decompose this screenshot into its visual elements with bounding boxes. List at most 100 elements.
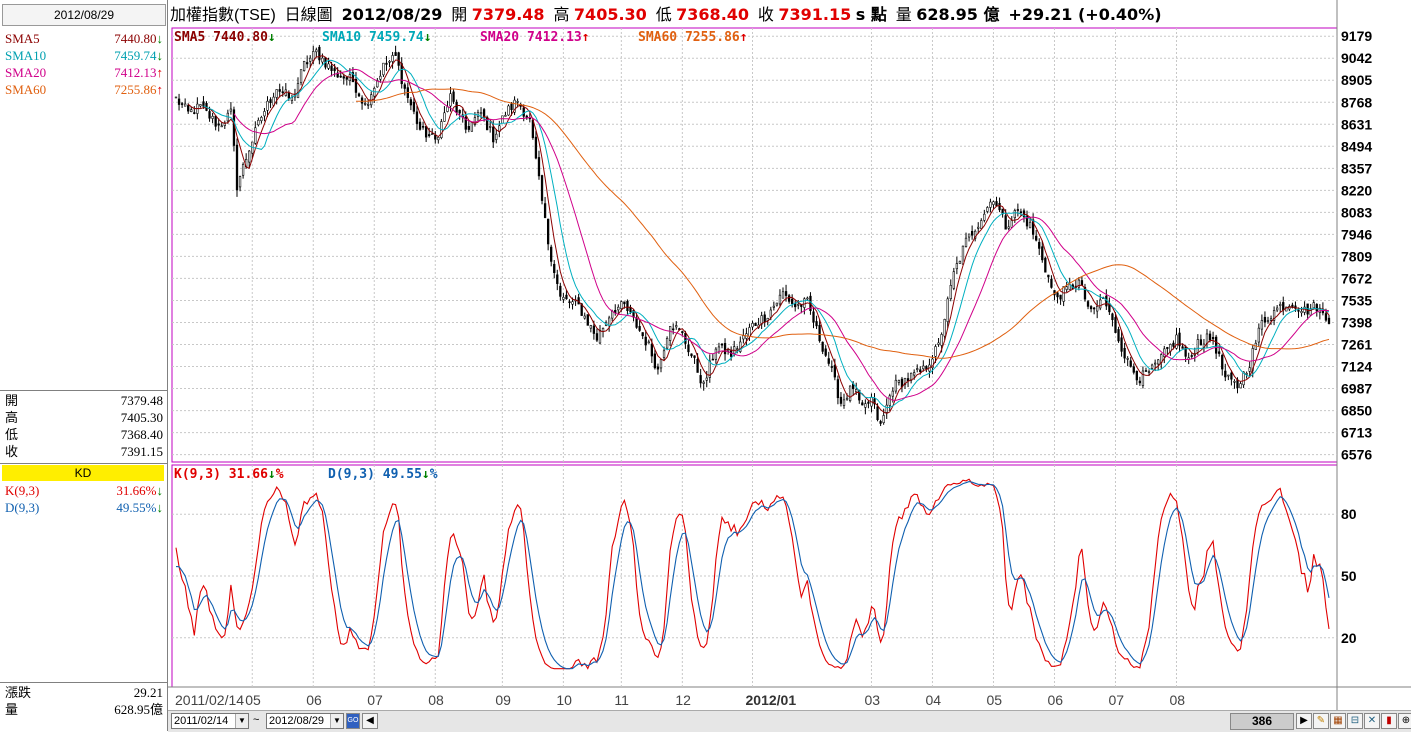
- candle-body: [589, 325, 592, 329]
- candle-body: [327, 63, 330, 69]
- y-tick-label: 9179: [1341, 28, 1372, 44]
- candle-body: [1181, 346, 1184, 349]
- candle-body: [1199, 339, 1203, 346]
- candle-body: [848, 385, 852, 402]
- candle-body: [208, 111, 211, 119]
- candle-body: [565, 294, 568, 300]
- candle-body: [1269, 318, 1273, 321]
- candle-body: [830, 366, 833, 368]
- candle-body: [751, 323, 754, 328]
- candle-body: [415, 111, 419, 124]
- candle-body: [241, 164, 245, 176]
- candle-body: [403, 84, 406, 89]
- start-date-select[interactable]: 2011/02/14 ▼: [171, 713, 249, 729]
- candle-body: [562, 296, 565, 300]
- candle-body: [617, 306, 620, 311]
- indicator-sma-text: SMA10 7459.74: [322, 30, 424, 45]
- chart-svg[interactable]: 9179 9042 8905 8768 8631 8494 8357 8220 8083 7946…: [0, 0, 1411, 731]
- candle-body: [363, 102, 367, 105]
- candle-body: [315, 49, 318, 53]
- candle-body: [1089, 306, 1093, 310]
- candle-body: [1257, 327, 1260, 343]
- candle-body: [269, 99, 272, 104]
- indicator-kd-suffix: %: [429, 467, 438, 482]
- draw-tool-button[interactable]: ✎: [1313, 713, 1329, 729]
- candle-body: [1211, 337, 1215, 340]
- candle-body: [263, 111, 266, 117]
- candle-body: [916, 368, 919, 370]
- candle-body: [455, 101, 458, 113]
- zoom-icon: ⊟: [1350, 715, 1360, 726]
- x-tick-label: 05: [986, 692, 1002, 708]
- candle-body: [998, 203, 1001, 211]
- candle-body: [845, 397, 849, 400]
- candle-body: [394, 52, 397, 56]
- scroll-left-button[interactable]: ◀: [362, 713, 378, 729]
- candle-body: [339, 75, 342, 78]
- candle-body: [1004, 215, 1007, 230]
- x-tick-label: 09: [495, 692, 511, 708]
- end-date-select[interactable]: 2012/08/29 ▼: [266, 713, 344, 729]
- candle-body: [229, 108, 233, 112]
- x-tick-label: 12: [675, 692, 691, 708]
- x-tick-label: 03: [864, 692, 880, 708]
- candle-body: [644, 336, 647, 346]
- candle-body: [248, 150, 251, 163]
- candle-body: [1129, 360, 1132, 367]
- calendar-button[interactable]: ▦: [1330, 713, 1346, 729]
- kd-y-tick-label: 50: [1341, 568, 1357, 584]
- x-tick-label: 06: [1047, 692, 1063, 708]
- candle-body: [1010, 220, 1013, 228]
- candle-body: [434, 134, 437, 140]
- candle-body: [592, 325, 596, 334]
- candle-body: [967, 233, 971, 238]
- indicator-sma-label: SMA10 7459.74↓: [322, 30, 432, 46]
- candle-body: [485, 116, 489, 131]
- candle-body: [937, 342, 940, 345]
- candle-body: [1324, 313, 1328, 321]
- scroll-right-button[interactable]: ▶: [1296, 713, 1312, 729]
- candle-body: [690, 353, 693, 357]
- candle-body: [980, 220, 983, 229]
- zoom-in-button[interactable]: ⊕: [1398, 713, 1411, 729]
- indicator-arrow-icon: ↓: [423, 30, 432, 45]
- end-date-value: 2012/08/29: [269, 715, 325, 727]
- x-tick-label: 07: [1108, 692, 1124, 708]
- x-tick-label: 11: [614, 692, 629, 708]
- candle-body: [333, 68, 336, 72]
- candle-body: [296, 83, 300, 99]
- candle-body: [190, 109, 193, 112]
- candle-body: [1147, 371, 1151, 373]
- bar-count: 386: [1230, 713, 1294, 730]
- candle-body: [885, 404, 888, 413]
- y-tick-label: 7261: [1341, 336, 1372, 352]
- candle-body: [1126, 358, 1129, 360]
- bar-chart-icon: ▮: [1386, 715, 1392, 726]
- candle-body: [1279, 303, 1282, 306]
- candle-body: [1028, 221, 1032, 229]
- candle-body: [199, 104, 202, 107]
- candle-body: [1141, 370, 1145, 386]
- candle-body: [385, 62, 388, 65]
- indicator-sma-label: SMA60 7255.86↑: [638, 30, 748, 46]
- kd-y-tick-label: 80: [1341, 506, 1357, 522]
- crosshair-button[interactable]: ✕: [1364, 713, 1380, 729]
- candle-body: [720, 343, 724, 346]
- candle-body: [961, 245, 965, 265]
- candle-body: [1056, 292, 1059, 298]
- candle-body: [1114, 317, 1117, 333]
- candle-body: [1260, 320, 1264, 330]
- range-tilde: ~: [253, 714, 260, 726]
- zoom-out-button[interactable]: ⊟: [1347, 713, 1363, 729]
- candle-body: [891, 390, 894, 397]
- indicator-button[interactable]: ▮: [1381, 713, 1397, 729]
- candle-body: [989, 201, 992, 208]
- go-button[interactable]: GO: [346, 713, 360, 729]
- candle-body: [1080, 280, 1084, 286]
- candle-body: [217, 123, 220, 126]
- candle-body: [495, 133, 498, 140]
- candle-body: [1245, 373, 1248, 375]
- indicator-kd-label: K(9,3) 31.66↓%: [174, 467, 284, 483]
- candle-body: [672, 328, 675, 331]
- candle-body: [839, 396, 843, 404]
